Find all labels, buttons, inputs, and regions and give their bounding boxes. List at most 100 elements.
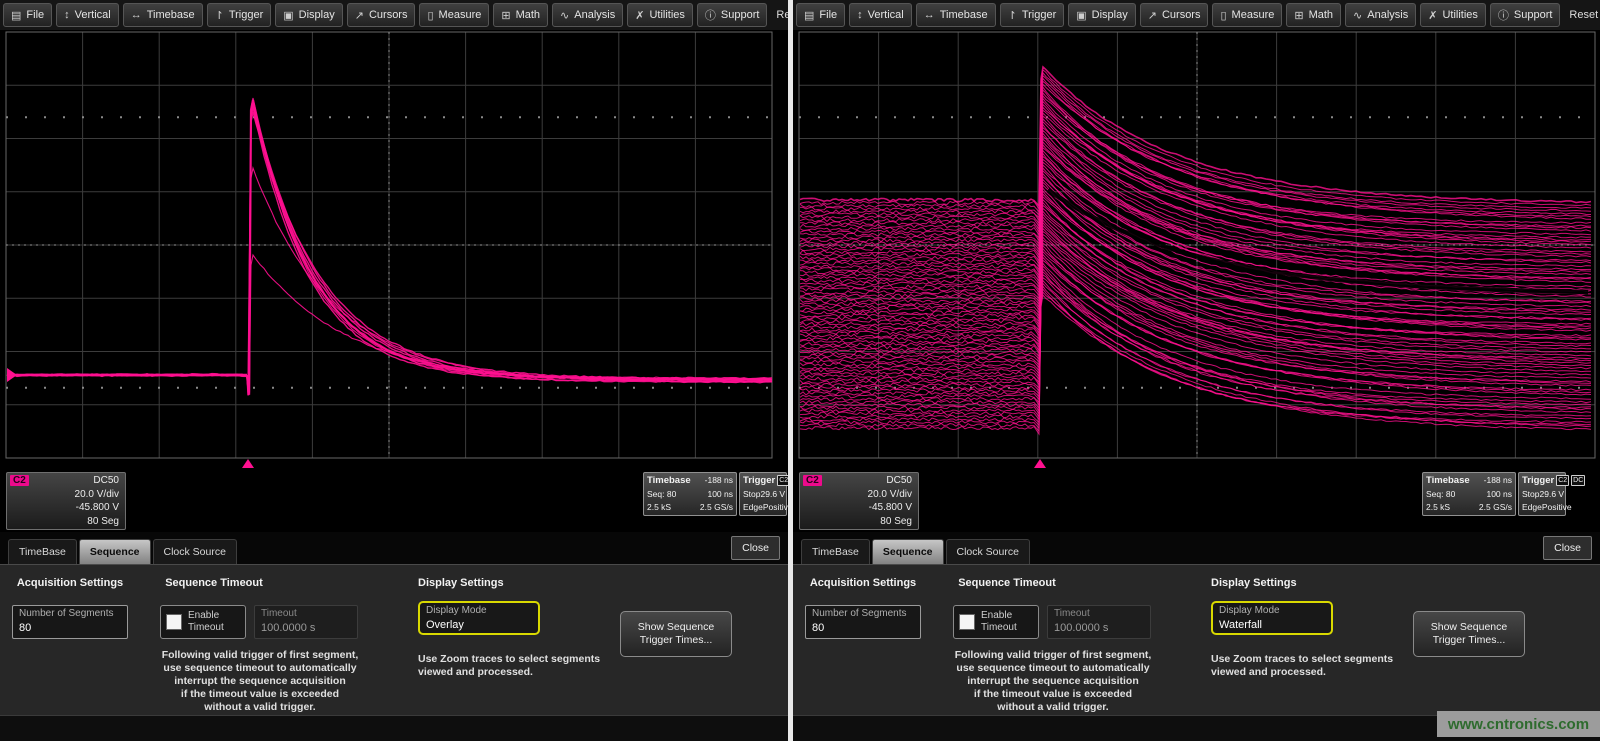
timebase-tdiv: 100 ns — [1486, 488, 1512, 501]
support-icon: ⓘ — [1498, 7, 1509, 23]
menu-button-label: File — [26, 9, 44, 21]
close-button[interactable]: Close — [731, 536, 780, 560]
channel-descriptor[interactable]: C2 DC50 20.0 V/div -45.800 V 80 Seg — [6, 472, 126, 530]
tab-sequence[interactable]: Sequence — [872, 539, 944, 564]
analysis-icon: ∿ — [1353, 9, 1362, 22]
trigger-level: 29.6 V — [1540, 488, 1565, 501]
waveform-display[interactable] — [0, 30, 788, 470]
trigger-position-marker[interactable] — [242, 459, 254, 468]
timebase-label: Timebase — [647, 474, 691, 487]
timebase-delay: -188 ns — [705, 474, 733, 487]
tab-sequence[interactable]: Sequence — [79, 539, 151, 564]
reset-button[interactable]: Reset — [771, 9, 788, 21]
close-button[interactable]: Close — [1543, 536, 1592, 560]
menu-button-label: Trigger — [1022, 9, 1056, 21]
menu-button-label: Analysis — [1367, 9, 1408, 21]
channel-descriptor[interactable]: C2 DC50 20.0 V/div -45.800 V 80 Seg — [799, 472, 919, 530]
menu-button-measure[interactable]: ▯Measure — [1212, 3, 1282, 27]
channel-info: DC50 20.0 V/div -45.800 V 80 Seg — [868, 474, 912, 528]
segments-field-label: Number of Segments — [812, 608, 914, 620]
tab-timebase[interactable]: TimeBase — [801, 539, 870, 564]
menu-button-display[interactable]: ▣Display — [1068, 3, 1135, 27]
display-icon: ▣ — [1076, 9, 1086, 22]
menu-button-label: Math — [1309, 9, 1333, 21]
segments-field-label: Number of Segments — [19, 608, 121, 620]
trigger-coupling-badge: DC — [1571, 475, 1585, 486]
menu-button-math[interactable]: ⊞Math — [493, 3, 548, 27]
channel-scale: 20.0 V/div — [868, 488, 912, 502]
trigger-source-badge: C2 — [1556, 475, 1569, 486]
menu-button-vertical[interactable]: ↕Vertical — [849, 3, 912, 27]
tab-timebase[interactable]: TimeBase — [8, 539, 77, 564]
timebase-delay: -188 ns — [1484, 474, 1512, 487]
show-sequence-trigger-times-button[interactable]: Show Sequence Trigger Times... — [1413, 611, 1525, 657]
timebase-descriptor[interactable]: Timebase-188 ns Seq: 80100 ns 2.5 kS2.5 … — [643, 472, 737, 516]
timeout-field-label: Timeout — [1054, 608, 1144, 620]
timebase-samples: 2.5 kS — [647, 501, 671, 514]
menu-button-support[interactable]: ⓘSupport — [697, 3, 768, 27]
menu-button-utilities[interactable]: ✗Utilities — [627, 3, 693, 27]
file-icon: ▤ — [804, 9, 814, 22]
analysis-icon: ∿ — [560, 9, 569, 22]
number-of-segments-field[interactable]: Number of Segments 80 — [12, 605, 128, 639]
descriptor-strip: C2 DC50 20.0 V/div -45.800 V 80 Seg Time… — [0, 470, 788, 532]
waveform-trace — [800, 99, 1591, 238]
show-sequence-trigger-times-button[interactable]: Show Sequence Trigger Times... — [620, 611, 732, 657]
trigger-mode: Stop — [1522, 488, 1540, 501]
display-mode-select[interactable]: Display Mode Waterfall — [1211, 601, 1333, 635]
tab-clock-source[interactable]: Clock Source — [946, 539, 1030, 564]
reset-button[interactable]: Reset — [1564, 9, 1600, 21]
enable-timeout-label: Enable Timeout — [188, 610, 240, 634]
waveform-trace — [800, 133, 1591, 272]
waveform-display[interactable] — [793, 30, 1600, 470]
timeout-field-label: Timeout — [261, 608, 351, 620]
menu-button-label: Support — [1514, 9, 1553, 21]
timeout-note: Following valid trigger of first segment… — [146, 649, 374, 714]
menu-button-timebase[interactable]: ↔Timebase — [123, 3, 203, 27]
menu-button-display[interactable]: ▣Display — [275, 3, 342, 27]
enable-timeout-checkbox[interactable]: Enable Timeout — [160, 605, 246, 639]
timeout-field-value: 100.0000 s — [1054, 622, 1144, 635]
timebase-label: Timebase — [1426, 474, 1470, 487]
waveform-trace — [800, 105, 1591, 244]
menu-button-label: File — [819, 9, 837, 21]
zoom-note: Use Zoom traces to select segments viewe… — [418, 653, 608, 679]
trigger-position-marker[interactable] — [1034, 459, 1046, 468]
trigger-descriptor[interactable]: TriggerC2DC Stop29.6 V EdgePositive — [739, 472, 787, 516]
menu-button-file[interactable]: ▤File — [3, 3, 52, 27]
trigger-descriptor[interactable]: TriggerC2DC Stop29.6 V EdgePositive — [1518, 472, 1566, 516]
waveform-trace — [800, 76, 1591, 215]
menu-button-cursors[interactable]: ↗Cursors — [1140, 3, 1209, 27]
channel-coupling: DC50 — [868, 474, 912, 488]
number-of-segments-field[interactable]: Number of Segments 80 — [805, 605, 921, 639]
menu-button-file[interactable]: ▤ File — [796, 3, 845, 27]
menu-button-measure[interactable]: ▯Measure — [419, 3, 489, 27]
enable-timeout-checkbox[interactable]: Enable Timeout — [953, 605, 1039, 639]
measure-icon: ▯ — [427, 9, 433, 22]
trigger-source-badge: C2 — [777, 475, 788, 486]
menu-button-label: Utilities — [1442, 9, 1477, 21]
menu-button-trigger[interactable]: ↾Trigger — [207, 3, 272, 27]
tab-clock-source[interactable]: Clock Source — [153, 539, 237, 564]
timebase-rate: 2.5 GS/s — [700, 501, 733, 514]
menu-button-label: Timebase — [147, 9, 195, 21]
trigger-label: Trigger — [743, 474, 775, 487]
menu-button-cursors[interactable]: ↗Cursors — [347, 3, 416, 27]
dialog-tabs: TimeBaseSequenceClock Source — [8, 539, 731, 564]
menu-button-timebase[interactable]: ↔Timebase — [916, 3, 996, 27]
menu-button-math[interactable]: ⊞Math — [1286, 3, 1341, 27]
menu-button-vertical[interactable]: ↕Vertical — [56, 3, 119, 27]
menu-bar: ▤ File ↕Vertical↔Timebase↾Trigger▣Display↗… — [793, 0, 1600, 31]
display-mode-select[interactable]: Display Mode Overlay — [418, 601, 540, 635]
menu-button-analysis[interactable]: ∿ Analysis — [1345, 3, 1416, 27]
menu-button-support[interactable]: ⓘ Support — [1490, 3, 1561, 27]
utilities-icon: ✗ — [635, 9, 644, 22]
graticule — [6, 32, 772, 458]
timebase-descriptor[interactable]: Timebase-188 ns Seq: 80100 ns 2.5 kS2.5 … — [1422, 472, 1516, 516]
display-mode-value: Waterfall — [1219, 619, 1325, 632]
menu-button-utilities[interactable]: ✗Utilities — [1420, 3, 1486, 27]
channel-level-marker[interactable] — [7, 368, 17, 382]
dialog-tab-bar: TimeBaseSequenceClock Source Close — [793, 532, 1600, 564]
menu-button-analysis[interactable]: ∿Analysis — [552, 3, 623, 27]
menu-button-trigger[interactable]: ↾Trigger — [1000, 3, 1065, 27]
